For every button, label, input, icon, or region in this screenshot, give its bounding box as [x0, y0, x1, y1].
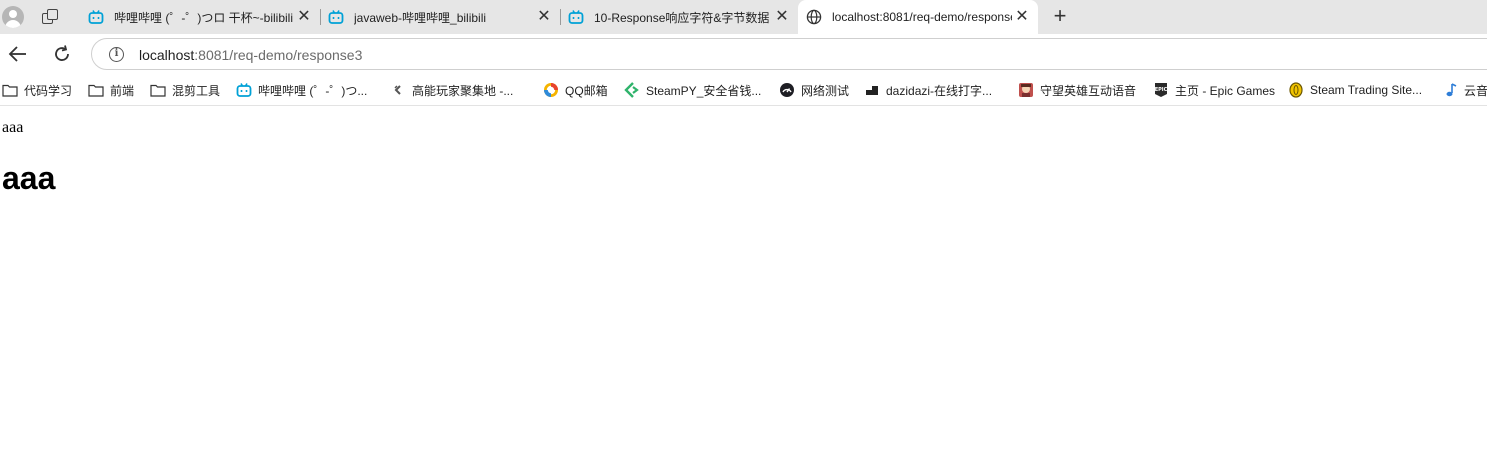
- qqmail-icon: [543, 82, 559, 98]
- tab-title: localhost:8081/req-demo/response3: [832, 10, 1012, 24]
- bookmark-label: 网络测试: [801, 83, 850, 98]
- tab-title: 哔哩哔哩 (゜-゜)つロ 干杯~-bilibili: [114, 10, 294, 25]
- speedtest-icon: [779, 82, 795, 98]
- bookmark-speed-test[interactable]: 网络测试: [779, 81, 849, 99]
- bookmark-folder-editing-tools[interactable]: 混剪工具: [150, 81, 220, 99]
- bookmark-label: SteamPY_安全省钱...: [646, 83, 762, 98]
- url-text[interactable]: localhost:8081/req-demo/response3: [139, 47, 362, 63]
- bookmark-label: 云音: [1464, 83, 1487, 98]
- bookmark-label: 守望英雄互动语音: [1040, 83, 1137, 98]
- profile-avatar-icon[interactable]: [2, 6, 24, 28]
- bookmark-dazidazi[interactable]: dazidazi-在线打字...: [864, 81, 992, 99]
- tab-title: 10-Response响应字符&字节数据: [594, 10, 770, 25]
- bookmark-label: 代码学习: [24, 83, 73, 98]
- bilibili-icon: [236, 82, 252, 98]
- workspaces-icon[interactable]: [42, 8, 62, 26]
- bookmark-label: Steam Trading Site...: [1310, 83, 1423, 97]
- response-heading: aaa: [2, 160, 56, 196]
- bookmark-steam-trading[interactable]: Steam Trading Site...: [1288, 81, 1422, 99]
- folder-icon: [88, 82, 104, 98]
- dazidazi-icon: [864, 82, 880, 98]
- tab-javaweb[interactable]: javaweb-哔哩哔哩_bilibili ✕: [320, 0, 560, 34]
- navigation-toolbar: i localhost:8081/req-demo/response3: [0, 34, 1487, 74]
- close-tab-icon[interactable]: ✕: [294, 7, 314, 27]
- url-host: localhost: [139, 47, 195, 63]
- bookmark-label: 前端: [110, 83, 135, 98]
- bookmark-label: 哔哩哔哩 (゜-゜)つ...: [258, 83, 368, 98]
- bookmark-label: 混剪工具: [172, 83, 221, 98]
- folder-icon: [2, 82, 18, 98]
- bookmark-cloud-music[interactable]: 云音: [1442, 81, 1487, 99]
- bookmark-epic-games[interactable]: EPIC 主页 - Epic Games: [1153, 81, 1275, 99]
- tab-strip: 哔哩哔哩 (゜-゜)つロ 干杯~-bilibili ✕ javaweb-哔哩哔哩…: [0, 0, 1487, 34]
- globe-icon: [806, 9, 822, 25]
- bookmark-steampy[interactable]: SteamPY_安全省钱...: [624, 81, 761, 99]
- back-arrow-icon[interactable]: [6, 42, 30, 66]
- coin-icon: [1288, 82, 1304, 98]
- page-content: aaa aaa: [0, 107, 1487, 475]
- bookmark-label: dazidazi-在线打字...: [886, 83, 993, 98]
- bilibili-icon: [328, 9, 344, 25]
- close-tab-icon[interactable]: ✕: [772, 7, 792, 27]
- epic-icon: EPIC: [1153, 82, 1169, 98]
- reload-icon[interactable]: [50, 42, 74, 66]
- site-info-icon[interactable]: i: [109, 47, 124, 62]
- close-tab-icon[interactable]: ✕: [1012, 7, 1032, 27]
- bookmark-qq-mail[interactable]: QQ邮箱: [543, 81, 608, 99]
- overwatch-icon: [1018, 82, 1034, 98]
- steampy-icon: [624, 82, 640, 98]
- bookmark-label: QQ邮箱: [565, 83, 608, 98]
- bilibili-icon: [88, 9, 104, 25]
- tab-title: javaweb-哔哩哔哩_bilibili: [354, 10, 487, 25]
- bookmarks-bar: 代码学习 前端 混剪工具 哔哩哔哩 (゜-゜)つ... 高能玩家聚集地 -...…: [0, 74, 1487, 106]
- folder-icon: [150, 82, 166, 98]
- link-icon: [390, 82, 406, 98]
- bookmark-bilibili[interactable]: 哔哩哔哩 (゜-゜)つ...: [236, 81, 367, 99]
- tab-localhost-active[interactable]: localhost:8081/req-demo/response3 ✕: [798, 0, 1038, 34]
- response-plain-text: aaa: [2, 119, 24, 136]
- music-icon: [1442, 82, 1458, 98]
- new-tab-button[interactable]: +: [1048, 5, 1072, 29]
- bookmark-label: 主页 - Epic Games: [1175, 83, 1276, 98]
- tab-response-video[interactable]: 10-Response响应字符&字节数据 ✕: [560, 0, 798, 34]
- bilibili-icon: [568, 9, 584, 25]
- bookmark-gamer-hub[interactable]: 高能玩家聚集地 -...: [390, 81, 513, 99]
- bookmark-folder-code[interactable]: 代码学习: [2, 81, 72, 99]
- url-path: :8081/req-demo/response3: [194, 47, 363, 63]
- address-bar[interactable]: i localhost:8081/req-demo/response3: [91, 38, 1487, 70]
- bookmark-folder-frontend[interactable]: 前端: [88, 81, 134, 99]
- svg-text:EPIC: EPIC: [1155, 87, 1168, 93]
- bookmark-label: 高能玩家聚集地 -...: [412, 83, 514, 98]
- close-tab-icon[interactable]: ✕: [534, 7, 554, 27]
- tab-bilibili-home[interactable]: 哔哩哔哩 (゜-゜)つロ 干杯~-bilibili ✕: [80, 0, 320, 34]
- bookmark-overwatch-voice[interactable]: 守望英雄互动语音: [1018, 81, 1136, 99]
